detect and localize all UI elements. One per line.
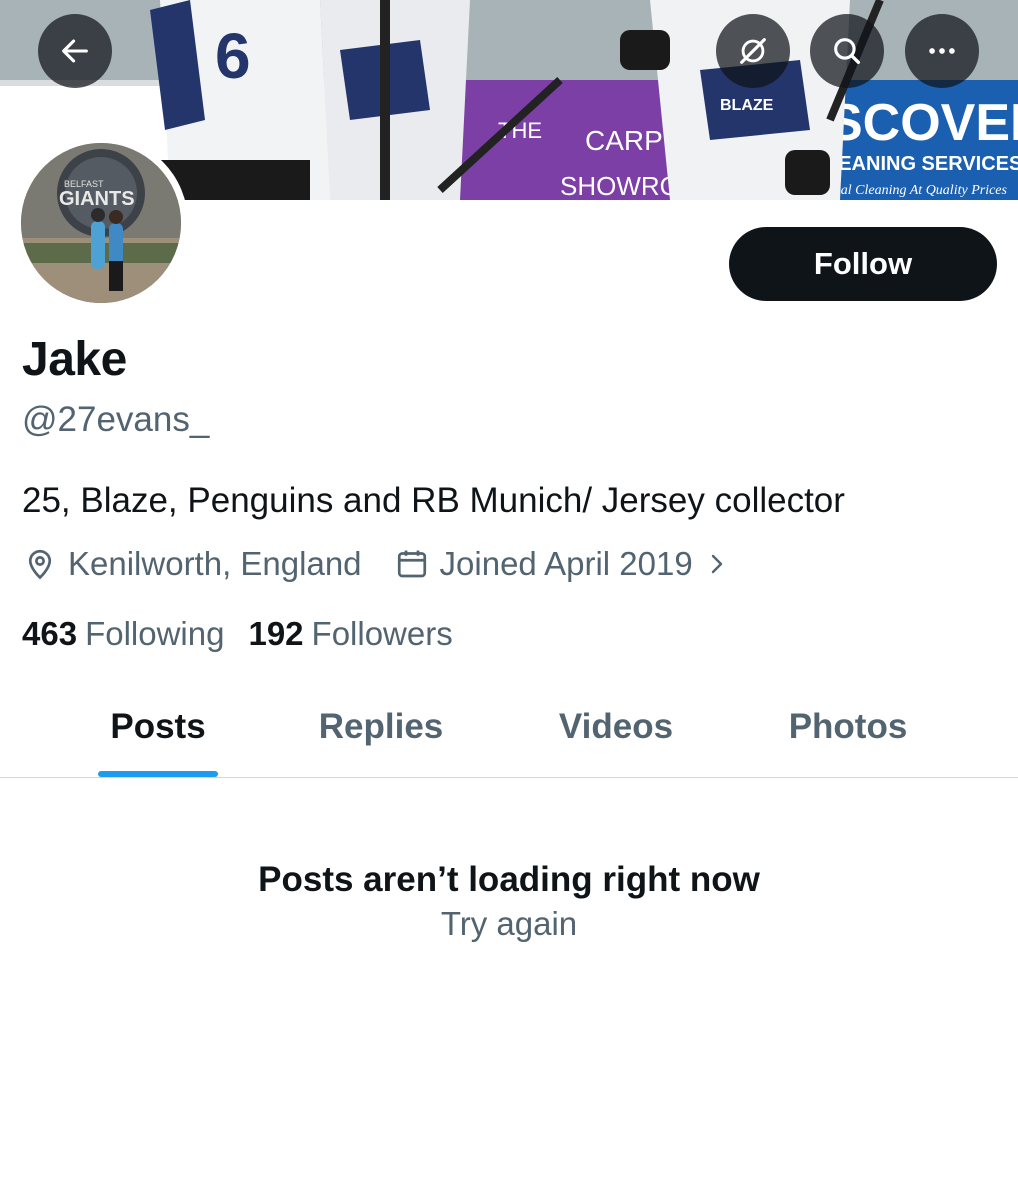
svg-text:BLAZE: BLAZE [720, 97, 774, 114]
chevron-right-icon [711, 554, 722, 574]
svg-text:ssional Cleaning At Quality Pr: ssional Cleaning At Quality Prices [812, 183, 1008, 198]
arrow-left-icon [62, 39, 88, 63]
svg-text:SCOVERY: SCOVERY [828, 94, 1018, 152]
profile-tabs: Posts Replies Videos Photos [0, 676, 1018, 778]
follow-button[interactable]: Follow [729, 227, 997, 301]
following-link[interactable]: 463 Following [22, 615, 224, 653]
display-name: Jake [22, 333, 127, 386]
svg-text:6: 6 [215, 20, 251, 92]
joined-date[interactable]: Joined April 2019 [394, 545, 739, 583]
followers-count: 192 [248, 615, 304, 652]
grok-icon [740, 38, 766, 64]
tab-replies[interactable]: Replies [300, 676, 462, 777]
search-icon [834, 38, 861, 65]
calendar-icon [397, 550, 426, 578]
tab-photos[interactable]: Photos [770, 676, 926, 777]
location-text: Kenilworth, England [68, 545, 362, 582]
follow-stats: 463 Following 192 Followers [22, 615, 453, 653]
avatar-image: BELFAST GIANTS [21, 143, 181, 303]
user-handle: @27evans_ [22, 400, 210, 439]
location-pin-icon [28, 549, 52, 580]
active-tab-indicator [98, 771, 218, 777]
following-count: 463 [22, 615, 78, 652]
back-button[interactable] [38, 14, 112, 88]
svg-text:LEANING SERVICES: LEANING SERVICES [826, 153, 1018, 175]
tab-posts[interactable]: Posts [98, 676, 218, 777]
more-horizontal-icon [929, 48, 955, 54]
profile-meta: Kenilworth, England Joined April 2019 [22, 545, 739, 583]
more-button[interactable] [905, 14, 979, 88]
grok-button[interactable] [716, 14, 790, 88]
followers-link[interactable]: 192 Followers [248, 615, 452, 653]
try-again-link[interactable]: Try again [441, 905, 577, 942]
joined-text: Joined April 2019 [439, 545, 693, 582]
profile-avatar[interactable]: BELFAST GIANTS [14, 136, 188, 310]
followers-label: Followers [311, 615, 453, 652]
svg-text:GIANTS: GIANTS [59, 188, 135, 210]
empty-state-title: Posts aren’t loading right now [258, 860, 760, 899]
search-button[interactable] [810, 14, 884, 88]
tab-videos[interactable]: Videos [540, 676, 692, 777]
retry-container: Try again [0, 905, 1018, 943]
location: Kenilworth, England [22, 545, 362, 583]
following-label: Following [85, 615, 225, 652]
profile-bio: 25, Blaze, Penguins and RB Munich/ Jerse… [22, 481, 845, 520]
